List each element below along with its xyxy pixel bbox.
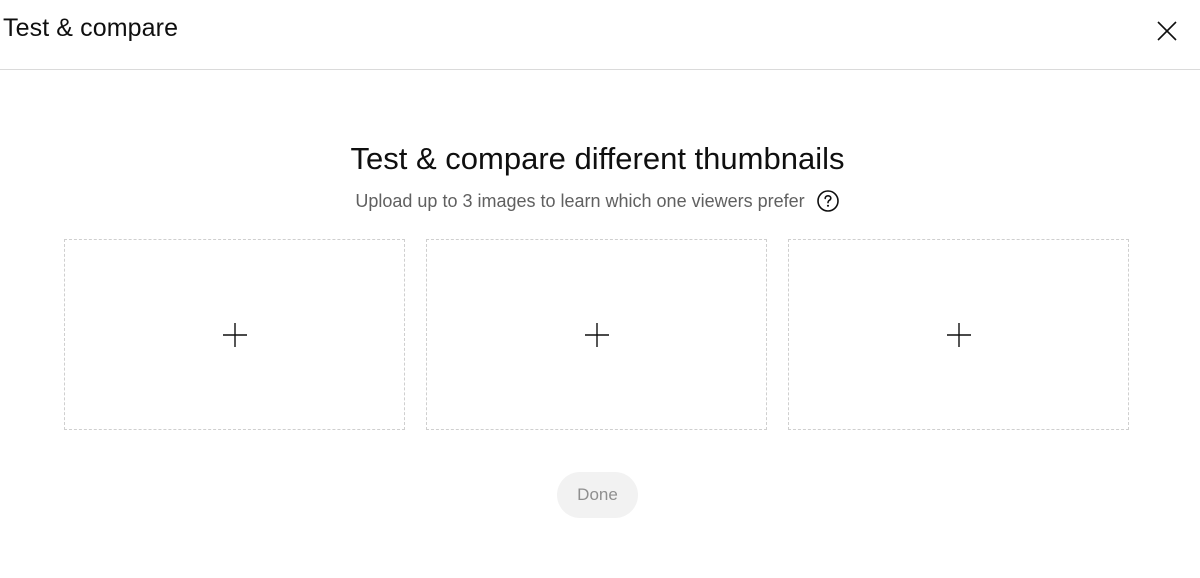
main-heading: Test & compare different thumbnails [350, 141, 845, 176]
done-button[interactable]: Done [557, 472, 638, 518]
help-button[interactable] [816, 189, 840, 213]
close-button[interactable] [1150, 14, 1184, 48]
thumbnail-upload-slot-3[interactable] [788, 239, 1129, 430]
dialog-title: Test & compare [3, 14, 179, 42]
test-compare-dialog: Test & compare Test & compare different … [0, 0, 1200, 578]
plus-icon [584, 322, 609, 347]
dialog-header: Test & compare [0, 0, 1200, 70]
thumbnail-upload-slot-2[interactable] [426, 239, 767, 430]
plus-icon [222, 322, 247, 347]
help-circle-icon [816, 190, 839, 212]
plus-icon [946, 322, 971, 347]
subheading-row: Upload up to 3 images to learn which one… [0, 189, 1195, 213]
subheading: Upload up to 3 images to learn which one… [355, 190, 805, 211]
close-icon [1157, 21, 1177, 41]
thumbnail-upload-slot-1[interactable] [64, 239, 405, 430]
